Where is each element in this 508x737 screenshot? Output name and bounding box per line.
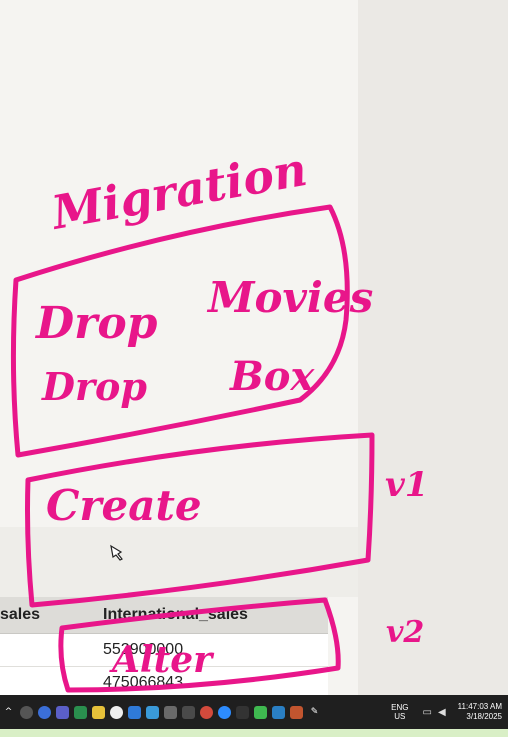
shield-icon[interactable] — [272, 705, 285, 719]
column-header-international-sales: International_sales — [103, 606, 248, 623]
region-code: US — [394, 712, 406, 721]
right-gutter — [358, 0, 508, 695]
windows-taskbar: ^ ✎ ENG US ▭ ◀ 11:47:03 AM 3/18/2025 — [0, 695, 508, 729]
table-header: sales International_sales — [0, 597, 328, 634]
app-icon[interactable] — [182, 705, 195, 719]
signal-icon[interactable] — [254, 705, 267, 719]
explorer-icon[interactable] — [128, 705, 141, 719]
language-indicator[interactable]: ENG US — [391, 703, 408, 721]
terminal-icon[interactable] — [236, 705, 249, 719]
chrome-icon[interactable] — [200, 705, 213, 719]
headset-icon[interactable] — [20, 705, 33, 719]
files-icon[interactable] — [146, 705, 159, 719]
results-table: sales International_sales 552900000 4750… — [0, 597, 328, 700]
table-row: 552900000 — [0, 634, 328, 667]
monitor-icon[interactable]: ▭ — [423, 707, 432, 718]
store-icon[interactable] — [110, 705, 123, 719]
table-cell: 475066843 — [103, 674, 184, 691]
language-code: ENG — [391, 703, 409, 712]
taskbar-icons: ^ ✎ — [0, 705, 326, 719]
pen-icon[interactable]: ✎ — [308, 706, 321, 719]
bottom-strip — [0, 729, 508, 737]
mic-icon[interactable] — [290, 705, 303, 719]
clock[interactable]: 11:47:03 AM 3/18/2025 — [458, 702, 502, 722]
table-cell: 552900000 — [103, 641, 184, 658]
maps-icon[interactable] — [92, 705, 105, 719]
circle-icon[interactable] — [38, 705, 51, 719]
column-header-sales: sales — [0, 606, 41, 623]
code-icon[interactable] — [164, 705, 177, 719]
chevron-up-icon[interactable]: ^ — [2, 706, 15, 719]
volume-icon[interactable]: ◀ — [438, 707, 446, 718]
clock-time: 11:47:03 AM — [457, 702, 502, 711]
system-tray: ENG US ▭ ◀ 11:47:03 AM 3/18/2025 — [391, 702, 508, 722]
zoom-icon[interactable] — [218, 705, 231, 719]
output-panel — [0, 527, 358, 597]
pen-cursor-icon — [110, 544, 123, 561]
clock-date: 3/18/2025 — [466, 712, 502, 721]
drive-icon[interactable] — [74, 705, 87, 719]
teams-icon[interactable] — [56, 705, 69, 719]
